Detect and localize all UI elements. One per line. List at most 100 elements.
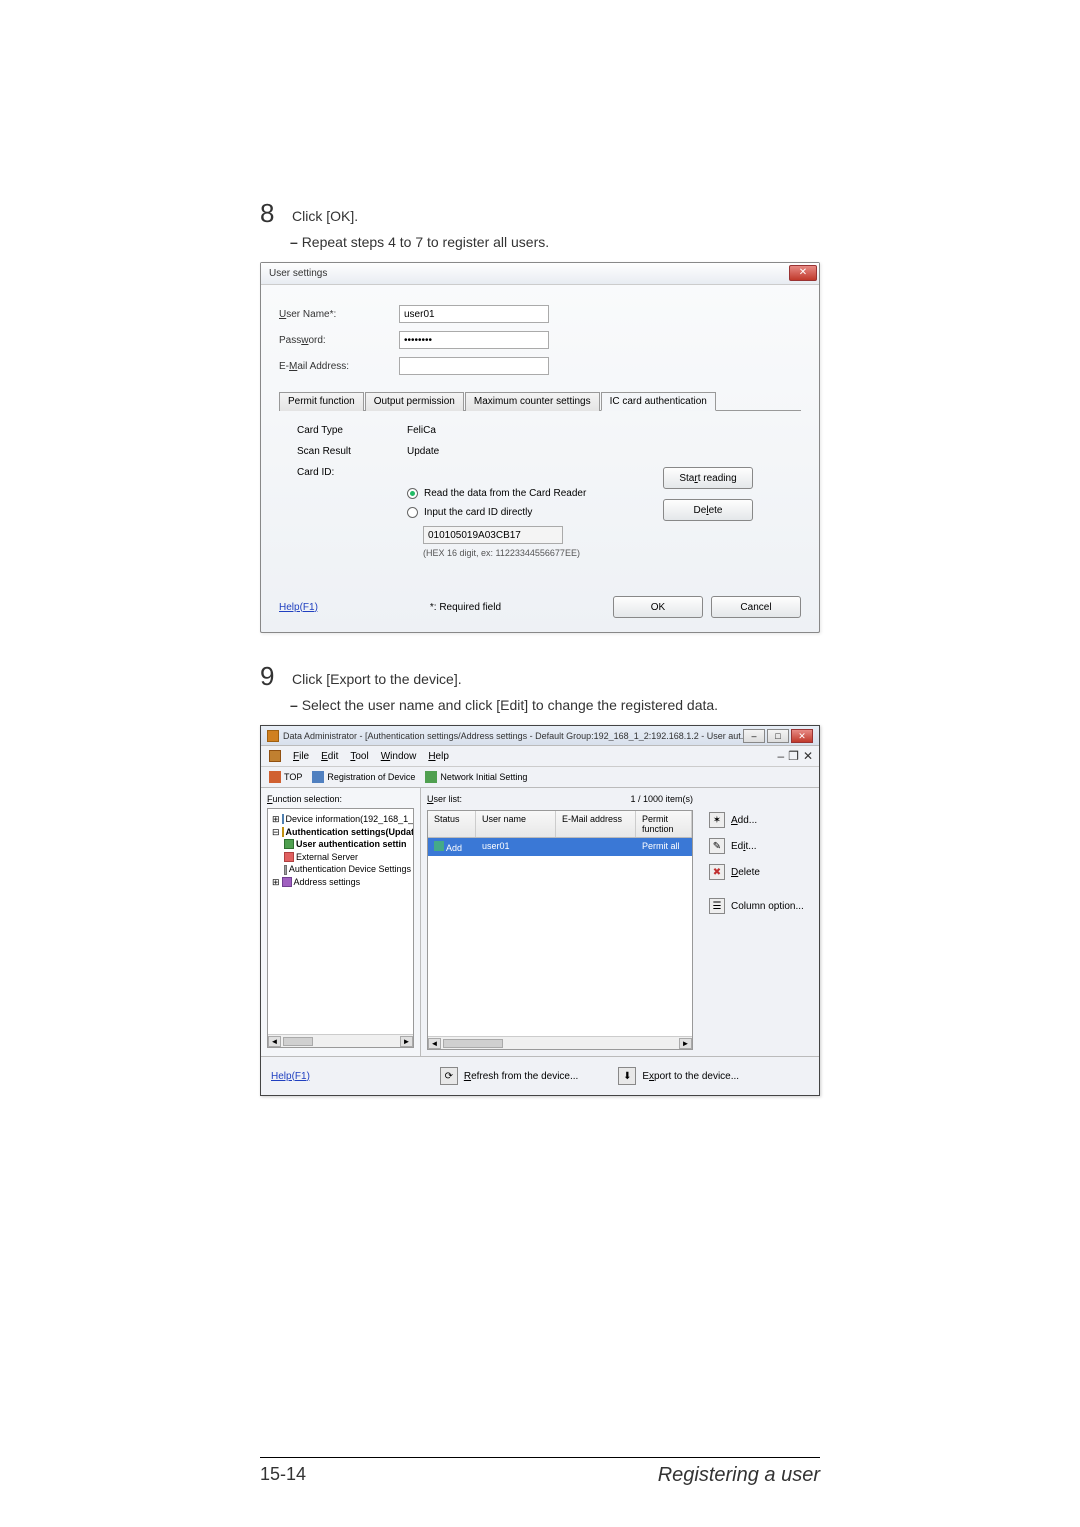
tab-permit-function[interactable]: Permit function [279,392,364,411]
ok-button[interactable]: OK [613,596,703,618]
refresh-icon: ⟳ [440,1067,458,1085]
tree-auth-device[interactable]: Authentication Device Settings [289,863,411,876]
step-number-8: 8 [260,200,282,226]
toolbar-network-initial[interactable]: Network Initial Setting [425,771,527,783]
app-toolbar: TOP Registration of Device Network Initi… [261,766,819,787]
device-icon [282,814,284,824]
registration-icon [312,771,324,783]
user-list-panel: User list: 1 / 1000 item(s) Status User … [421,788,699,1056]
table-row[interactable]: Add user01 Permit all [428,838,692,856]
row-email [556,838,636,856]
username-input[interactable] [399,305,549,323]
tree-scrollbar[interactable]: ◄ ► [268,1034,413,1047]
tab-ic-card-auth[interactable]: IC card authentication [601,392,716,411]
export-icon: ⬇ [618,1067,636,1085]
status-add-icon [434,841,444,851]
dialog-titlebar: User settings ✕ [261,263,819,285]
menu-window[interactable]: Window [381,751,417,762]
tree-ext-server[interactable]: External Server [296,851,358,864]
scan-result-label: Scan Result [297,446,407,457]
col-email[interactable]: E-Mail address [556,811,636,837]
card-type-label: Card Type [297,425,407,436]
add-icon: ✶ [709,812,725,828]
col-username[interactable]: User name [476,811,556,837]
password-label: Password: [279,335,399,346]
delete-icon: ✖ [709,864,725,880]
card-id-label: Card ID: [297,467,407,478]
menu-tool[interactable]: Tool [350,751,368,762]
minimize-button[interactable]: – [743,729,765,743]
user-list-table[interactable]: Status User name E-Mail address Permit f… [427,810,693,1050]
close-window-button[interactable]: ✕ [791,729,813,743]
card-id-input[interactable] [423,526,563,544]
cancel-button[interactable]: Cancel [711,596,801,618]
dialog-title: User settings [269,268,327,279]
menu-edit[interactable]: Edit [321,751,338,762]
maximize-button[interactable]: □ [767,729,789,743]
radio-read-from-reader[interactable] [407,488,418,499]
tree-device[interactable]: Device information(192_168_1_2) [286,813,414,826]
radio-input-directly[interactable] [407,507,418,518]
tab-max-counter[interactable]: Maximum counter settings [465,392,600,411]
edit-icon: ✎ [709,838,725,854]
help-link[interactable]: Help(F1) [279,602,318,613]
app-help-link[interactable]: Help(F1) [271,1071,310,1082]
tab-output-permission[interactable]: Output permission [365,392,464,411]
function-selection-label: Function selection: [267,794,414,804]
tabs: Permit function Output permission Maximu… [279,391,801,411]
hex-hint: (HEX 16 digit, ex: 11223344556677EE) [423,548,663,558]
email-input[interactable] [399,357,549,375]
delete-card-button[interactable]: Delete [663,499,753,521]
function-tree[interactable]: ⊞Device information(192_168_1_2) ⊟Authen… [267,808,414,1048]
table-scrollbar[interactable]: ◄ ► [428,1036,692,1049]
email-label: E-Mail Address: [279,361,399,372]
menu-help[interactable]: Help [428,751,449,762]
delete-button[interactable]: ✖ Delete [709,864,809,880]
edit-button[interactable]: ✎ Edit... [709,838,809,854]
export-button[interactable]: ⬇ Export to the device... [618,1067,739,1085]
app-bottom-bar: Help(F1) ⟳ Refresh from the device... ⬇ … [261,1056,819,1095]
username-label: User Name*: [279,309,399,320]
step-text-8: Click [OK]. [292,200,358,226]
password-input[interactable] [399,331,549,349]
column-option-button[interactable]: ☰ Column option... [709,898,809,914]
close-button[interactable]: ✕ [789,265,817,281]
data-administrator-window: Data Administrator - [Authentication set… [260,725,820,1096]
step-8-bullet: Repeat steps 4 to 7 to register all user… [290,234,820,250]
top-icon [269,771,281,783]
toolbar-top[interactable]: TOP [269,771,302,783]
user-list-label: User list: [427,794,462,804]
page-number: 15-14 [260,1464,306,1487]
action-buttons-panel: ✶ Add... ✎ Edit... ✖ Delete ☰ Column opt… [699,788,819,1056]
col-permit[interactable]: Permit function [636,811,692,837]
add-button[interactable]: ✶ Add... [709,812,809,828]
step-8: 8 Click [OK]. [260,200,820,226]
page-title: Registering a user [658,1464,820,1487]
user-auth-icon [284,839,294,849]
folder-icon [282,827,284,837]
page-footer: 15-14 Registering a user [260,1457,820,1487]
app-title: Data Administrator - [Authentication set… [283,731,743,741]
mdi-minimize-button[interactable]: – [777,749,784,763]
tree-auth-settings[interactable]: Authentication settings(Updat [286,826,414,839]
start-reading-button[interactable]: Start reading [663,467,753,489]
row-permit: Permit all [636,838,692,856]
step-9-bullet: Select the user name and click [Edit] to… [290,697,820,713]
refresh-button[interactable]: ⟳ Refresh from the device... [440,1067,579,1085]
ic-card-tab-content: Card Type FeliCa Scan Result Update Card… [279,411,801,576]
mdi-restore-button[interactable]: ❐ [788,749,799,763]
mdi-close-button[interactable]: ✕ [803,749,813,763]
radio-read-label: Read the data from the Card Reader [424,488,586,499]
authdev-icon [284,865,287,875]
scan-result-value: Update [407,446,439,457]
step-9: 9 Click [Export to the device]. [260,663,820,689]
item-count: 1 / 1000 item(s) [630,794,693,804]
app-menubar: File Edit Tool Window Help – ❐ ✕ [261,746,819,766]
tree-user-auth[interactable]: User authentication settin [296,838,407,851]
radio-input-label: Input the card ID directly [424,507,532,518]
tree-address[interactable]: Address settings [294,876,361,889]
menu-file[interactable]: File [293,751,309,762]
col-status[interactable]: Status [428,811,476,837]
row-username: user01 [476,838,556,856]
toolbar-registration[interactable]: Registration of Device [312,771,415,783]
